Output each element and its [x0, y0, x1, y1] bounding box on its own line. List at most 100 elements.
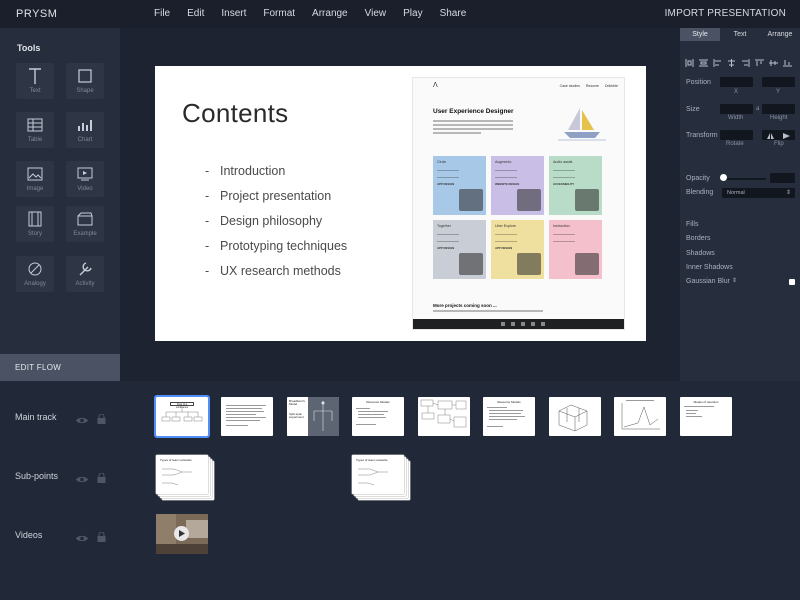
flip-horizontal-icon[interactable] — [766, 126, 774, 144]
opacity-input[interactable] — [770, 173, 795, 183]
menu-arrange[interactable]: Arrange — [312, 8, 348, 19]
thumb-subtitle: Split span experiment — [289, 412, 304, 420]
tab-style[interactable]: Style — [680, 28, 720, 41]
project-card-text — [437, 234, 459, 242]
example-icon — [76, 210, 94, 228]
thumb-title: Resource Models — [366, 400, 390, 404]
blending-select[interactable]: Normal ⇕ — [722, 188, 795, 198]
tool-table[interactable]: Table — [16, 112, 54, 148]
menu-edit[interactable]: Edit — [187, 8, 204, 19]
image-icon — [26, 165, 44, 183]
site-footer-bar — [413, 319, 624, 329]
tool-shape[interactable]: Shape — [66, 63, 104, 99]
project-card-text — [553, 170, 575, 178]
height-input[interactable] — [762, 104, 795, 114]
menu-view[interactable]: View — [365, 8, 387, 19]
visibility-eye-icon[interactable] — [76, 530, 88, 542]
slide-canvas[interactable]: Contents - Introduction - Project presenta… — [155, 66, 646, 341]
slide-title[interactable]: Contents — [182, 98, 288, 129]
menu-insert[interactable]: Insert — [221, 8, 246, 19]
slide-thumbnail[interactable] — [221, 397, 273, 436]
select-arrows-icon: ⇕ — [785, 190, 791, 196]
project-card-text — [495, 234, 517, 242]
app-logo: PRYSM — [16, 8, 58, 20]
top-bar: PRYSM File Edit Insert Format Arrange Vi… — [0, 0, 800, 28]
site-intro-text — [433, 120, 513, 134]
edit-flow-button[interactable]: EDIT FLOW — [0, 354, 120, 381]
align-top-icon[interactable] — [755, 54, 764, 72]
tool-example[interactable]: Example — [66, 206, 104, 242]
distribute-vertical-icon[interactable] — [699, 54, 708, 72]
blur-stepper-icon[interactable]: ⇕ — [732, 277, 737, 284]
thumb-title: Broadbent's Model — [289, 399, 305, 407]
tab-arrange[interactable]: Arrange — [760, 28, 800, 41]
import-presentation-button[interactable]: IMPORT PRESENTATION — [665, 8, 786, 19]
fills-item[interactable]: Fills — [686, 221, 698, 228]
lock-icon[interactable] — [97, 529, 109, 542]
menu-file[interactable]: File — [154, 8, 170, 19]
subpoint-stack[interactable]: Types of team networks — [156, 455, 214, 501]
slide-thumbnail[interactable] — [549, 397, 601, 436]
menu-play[interactable]: Play — [403, 8, 422, 19]
project-card-image — [517, 189, 541, 211]
play-icon[interactable] — [174, 526, 189, 541]
lock-ratio-icon[interactable]: a — [756, 106, 759, 112]
project-card-image — [459, 189, 483, 211]
lock-icon[interactable] — [97, 470, 109, 483]
rotate-label: Rotate — [726, 141, 744, 147]
thumb-title: Types of team networks — [356, 458, 388, 462]
tool-image[interactable]: Image — [16, 161, 54, 197]
menu-share[interactable]: Share — [440, 8, 467, 19]
website-screenshot-image[interactable]: Ʌ Case studies Resume Dribbble User Experi… — [412, 77, 625, 330]
tool-activity[interactable]: Activity — [66, 256, 104, 292]
video-thumbnail[interactable] — [156, 514, 208, 554]
visibility-eye-icon[interactable] — [76, 471, 88, 483]
align-bottom-icon[interactable] — [783, 54, 792, 72]
project-card[interactable]: Together APP DESIGN — [433, 220, 486, 279]
gaussian-blur-checkbox[interactable] — [789, 279, 795, 285]
subpoint-stack[interactable]: Types of team networks — [352, 455, 410, 501]
flip-vertical-icon[interactable] — [783, 126, 791, 144]
position-y-input[interactable] — [762, 77, 795, 87]
project-card[interactable]: Augmento WEBSITE DESIGN — [491, 156, 544, 215]
project-card-title: Uber Explore — [495, 224, 516, 228]
gaussian-blur-item[interactable]: Gaussian Blur — [686, 278, 730, 285]
project-card[interactable]: Audio assist ACCESSIBILITY — [549, 156, 602, 215]
slide-thumbnail[interactable] — [614, 397, 666, 436]
align-middle-icon[interactable] — [769, 54, 778, 72]
tool-chart[interactable]: Chart — [66, 112, 104, 148]
tool-text[interactable]: Text — [16, 63, 54, 99]
slide-thumbnail[interactable]: Flow of a conference — [154, 395, 210, 438]
slide-thumbnail[interactable]: Modes of retention — [680, 397, 732, 436]
slide-thumbnail[interactable]: Resource Models — [483, 397, 535, 436]
slide-thumbnail[interactable]: Resource Models — [352, 397, 404, 436]
project-card[interactable]: Instruction — [549, 220, 602, 279]
opacity-slider-handle[interactable] — [720, 174, 727, 181]
align-center-icon[interactable] — [727, 54, 736, 72]
tab-text[interactable]: Text — [720, 28, 760, 41]
distribute-horizontal-icon[interactable] — [685, 54, 694, 72]
tool-analogy[interactable]: Analogy — [16, 256, 54, 292]
position-x-input[interactable] — [720, 77, 753, 87]
visibility-eye-icon[interactable] — [76, 412, 88, 424]
project-card[interactable]: Circle APP DESIGN — [433, 156, 486, 215]
lock-icon[interactable] — [97, 411, 109, 424]
align-right-icon[interactable] — [741, 54, 750, 72]
list-item: - Project presentation — [205, 189, 332, 203]
width-input[interactable] — [720, 104, 753, 114]
menu-format[interactable]: Format — [263, 8, 295, 19]
opacity-slider[interactable] — [722, 178, 766, 180]
menu-bar: File Edit Insert Format Arrange View Pla… — [154, 8, 483, 19]
project-card[interactable]: Uber Explore APP DESIGN — [491, 220, 544, 279]
slide-thumbnail[interactable]: Broadbent's Model Split span experiment — [287, 397, 339, 436]
project-card-title: Together — [437, 224, 451, 228]
tool-story[interactable]: Story — [16, 206, 54, 242]
inner-shadows-item[interactable]: Inner Shadows — [686, 264, 733, 271]
tool-video[interactable]: Video — [66, 161, 104, 197]
slide-thumbnail[interactable] — [418, 397, 470, 436]
slide-bullet-list[interactable]: - Introduction - Project presentation - Des… — [205, 164, 347, 289]
align-left-icon[interactable] — [713, 54, 722, 72]
rotate-input[interactable] — [720, 130, 753, 140]
shadows-item[interactable]: Shadows — [686, 250, 715, 257]
borders-item[interactable]: Borders — [686, 235, 711, 242]
